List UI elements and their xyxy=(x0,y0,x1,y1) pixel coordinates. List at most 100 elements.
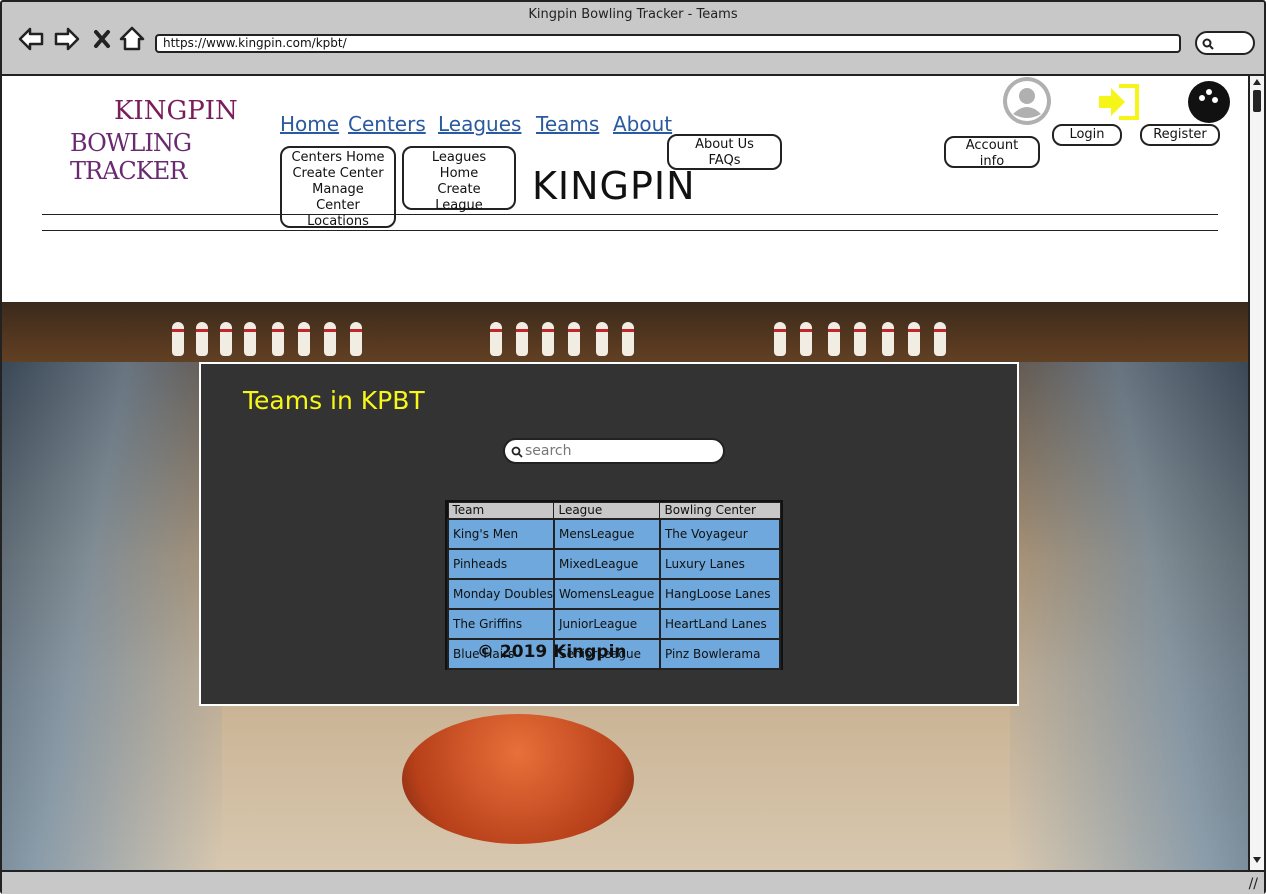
cell-center[interactable]: HangLoose Lanes xyxy=(658,577,782,610)
stop-button[interactable] xyxy=(90,24,120,54)
url-bar[interactable]: https://www.kingpin.com/kpbt/ xyxy=(155,34,1181,53)
menu-item-center[interactable]: Center xyxy=(282,198,394,214)
menu-item-leagues[interactable]: Leagues xyxy=(404,150,514,166)
search-icon xyxy=(511,446,523,458)
menu-item-locations[interactable]: Locations xyxy=(282,214,394,230)
menu-item-manage[interactable]: Manage xyxy=(282,182,394,198)
login-button[interactable]: Login xyxy=(1052,124,1122,146)
cell-center[interactable]: The Voyageur xyxy=(658,517,782,550)
site-logo[interactable]: KINGPIN BOWLING TRACKER xyxy=(70,94,260,185)
nav-leagues[interactable]: Leagues xyxy=(438,112,521,136)
search-input[interactable] xyxy=(525,442,715,460)
pin xyxy=(828,322,840,356)
close-icon xyxy=(94,30,110,48)
pin xyxy=(774,322,786,356)
menu-item-about-us[interactable]: About Us xyxy=(669,137,780,153)
logo-line-1: KINGPIN xyxy=(114,96,238,126)
pin xyxy=(596,322,608,356)
menu-item-create-center[interactable]: Create Center xyxy=(282,166,394,182)
cell-center[interactable]: Luxury Lanes xyxy=(658,547,782,580)
leagues-menu: Leagues Home Create League xyxy=(402,146,516,213)
search-icon xyxy=(1202,38,1214,50)
account-avatar[interactable] xyxy=(1002,76,1052,126)
pin xyxy=(568,322,580,356)
pin xyxy=(908,322,920,356)
menu-item-create[interactable]: Create xyxy=(404,182,514,198)
cell-league[interactable]: JuniorLeague xyxy=(552,607,661,640)
pin xyxy=(272,322,284,356)
user-avatar-icon xyxy=(1003,77,1051,125)
team-search[interactable] xyxy=(503,438,725,464)
lane-left xyxy=(2,362,222,870)
bowling-ball-image xyxy=(402,714,634,844)
menu-item-home[interactable]: Home xyxy=(404,166,514,182)
cell-league[interactable]: MixedLeague xyxy=(552,547,661,580)
window-title: Kingpin Bowling Tracker - Teams xyxy=(528,7,738,22)
pin xyxy=(934,322,946,356)
divider xyxy=(42,214,1218,215)
login-icon xyxy=(1099,84,1139,120)
pin xyxy=(172,322,184,356)
cell-team[interactable]: Monday Doubles xyxy=(447,577,555,610)
forward-arrow-icon xyxy=(54,27,80,51)
cell-league[interactable]: MensLeague xyxy=(552,517,661,550)
forward-button[interactable] xyxy=(52,24,82,54)
nav-teams[interactable]: Teams xyxy=(536,112,599,136)
table-header-row: Team League Bowling Center xyxy=(447,502,781,519)
footer-copyright: © 2019 Kingpin xyxy=(477,642,627,662)
page-viewport: KINGPIN BOWLING TRACKER Home Centers Lea… xyxy=(2,74,1264,870)
scroll-down-arrow-icon[interactable] xyxy=(1252,856,1262,864)
menu-item-centers-home[interactable]: Centers Home xyxy=(282,150,394,166)
table-row[interactable]: King's Men MensLeague The Voyageur xyxy=(447,517,782,550)
site-title: KINGPIN xyxy=(532,164,696,208)
cell-league[interactable]: WomensLeague xyxy=(552,577,661,610)
resize-grip-icon[interactable]: // xyxy=(1249,876,1258,892)
pin xyxy=(490,322,502,356)
table-row[interactable]: The Griffins JuniorLeague HeartLand Lane… xyxy=(447,607,782,640)
centers-menu: Centers Home Create Center Manage Center… xyxy=(280,146,396,230)
pin xyxy=(882,322,894,356)
scroll-up-arrow-icon[interactable] xyxy=(1252,78,1262,86)
divider xyxy=(42,230,1218,231)
scroll-thumb[interactable] xyxy=(1253,90,1261,112)
home-button[interactable] xyxy=(118,24,148,54)
browser-search[interactable] xyxy=(1195,31,1255,55)
col-team[interactable]: Team xyxy=(447,502,555,519)
pin xyxy=(854,322,866,356)
register-button[interactable]: Register xyxy=(1140,124,1220,146)
cell-team[interactable]: King's Men xyxy=(447,517,555,550)
pin xyxy=(324,322,336,356)
vertical-scrollbar[interactable] xyxy=(1248,76,1264,870)
cell-center[interactable]: HeartLand Lanes xyxy=(658,607,782,640)
home-icon xyxy=(119,26,145,51)
back-arrow-icon xyxy=(18,27,44,51)
col-bowling-center[interactable]: Bowling Center xyxy=(659,502,781,519)
pin xyxy=(800,322,812,356)
back-button[interactable] xyxy=(16,24,46,54)
menu-item-league[interactable]: League xyxy=(404,198,514,214)
pin xyxy=(220,322,232,356)
cell-team[interactable]: The Griffins xyxy=(447,607,555,640)
site-header: KINGPIN BOWLING TRACKER Home Centers Lea… xyxy=(2,76,1250,302)
pin xyxy=(542,322,554,356)
pin xyxy=(196,322,208,356)
pin xyxy=(622,322,634,356)
bowling-ball-icon xyxy=(1188,81,1230,123)
table-row[interactable]: Monday Doubles WomensLeague HangLoose La… xyxy=(447,577,782,610)
account-info-line1: Account xyxy=(965,138,1019,153)
col-league[interactable]: League xyxy=(553,502,661,519)
pin xyxy=(516,322,528,356)
register-icon-button[interactable] xyxy=(1187,80,1231,124)
status-bar: // xyxy=(2,870,1264,894)
account-info-button[interactable]: Account info xyxy=(944,136,1040,169)
pin xyxy=(244,322,256,356)
logo-line-2: BOWLING TRACKER xyxy=(70,129,192,185)
table-row[interactable]: Pinheads MixedLeague Luxury Lanes xyxy=(447,547,782,580)
cell-team[interactable]: Pinheads xyxy=(447,547,555,580)
panel-title: Teams in KPBT xyxy=(243,386,425,415)
cell-center[interactable]: Pinz Bowlerama xyxy=(658,637,782,670)
nav-about[interactable]: About xyxy=(613,112,672,136)
nav-home[interactable]: Home xyxy=(280,112,339,136)
login-icon-button[interactable] xyxy=(1097,82,1141,122)
nav-centers[interactable]: Centers xyxy=(348,112,426,136)
